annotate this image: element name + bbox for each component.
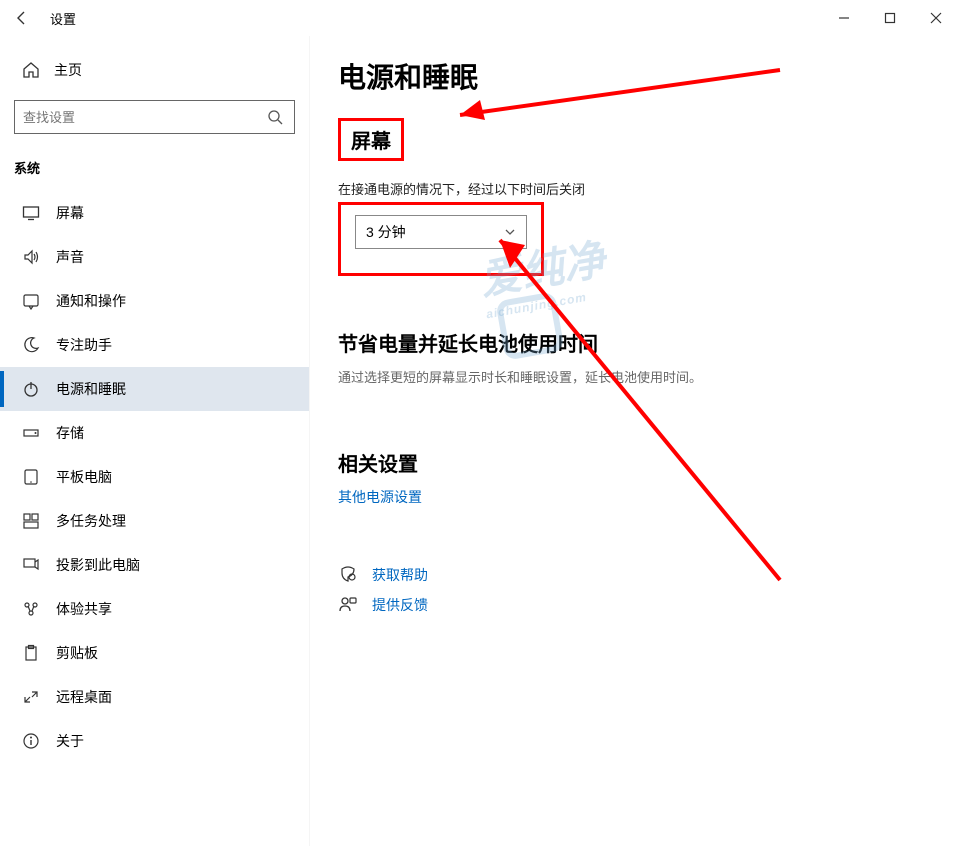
info-icon [22, 732, 40, 750]
tablet-icon [22, 468, 40, 486]
sidebar-item-focus[interactable]: 专注助手 [0, 323, 309, 367]
sidebar-item-project[interactable]: 投影到此电脑 [0, 543, 309, 587]
sidebar-item-remote[interactable]: 远程桌面 [0, 675, 309, 719]
related-settings-title: 相关设置 [338, 448, 931, 477]
sidebar-item-multitask[interactable]: 多任务处理 [0, 499, 309, 543]
clipboard-icon [22, 644, 40, 662]
search-icon [264, 109, 286, 125]
sidebar-item-label: 电源和睡眠 [56, 379, 126, 399]
sidebar-item-label: 投影到此电脑 [56, 555, 140, 575]
search-input[interactable] [23, 110, 264, 125]
screen-timeout-value: 3 分钟 [366, 222, 406, 242]
sidebar-item-display[interactable]: 屏幕 [0, 191, 309, 235]
home-label: 主页 [54, 60, 82, 80]
moon-icon [22, 336, 40, 354]
sidebar-item-tablet[interactable]: 平板电脑 [0, 455, 309, 499]
sidebar-item-label: 体验共享 [56, 599, 112, 619]
sidebar-item-label: 远程桌面 [56, 687, 112, 707]
section-screen-title: 屏幕 [338, 118, 404, 161]
sidebar-item-power[interactable]: 电源和睡眠 [0, 367, 309, 411]
screen-off-description: 在接通电源的情况下，经过以下时间后关闭 [338, 179, 931, 198]
sidebar: 主页 系统 屏幕 声音 通知和操作 [0, 36, 310, 846]
sidebar-item-label: 屏幕 [56, 203, 84, 223]
sidebar-item-storage[interactable]: 存储 [0, 411, 309, 455]
display-icon [22, 204, 40, 222]
sidebar-item-label: 剪贴板 [56, 643, 98, 663]
get-help-link[interactable]: 获取帮助 [372, 565, 428, 585]
feedback-icon [338, 595, 358, 615]
minimize-button[interactable] [821, 0, 867, 36]
notification-icon [22, 292, 40, 310]
feedback-link[interactable]: 提供反馈 [372, 595, 428, 615]
sound-icon [22, 248, 40, 266]
chevron-down-icon [504, 226, 516, 238]
help-icon [338, 565, 358, 585]
page-title: 电源和睡眠 [338, 56, 931, 96]
back-button[interactable] [0, 0, 44, 36]
sidebar-item-label: 声音 [56, 247, 84, 267]
sidebar-item-sound[interactable]: 声音 [0, 235, 309, 279]
sidebar-item-shared[interactable]: 体验共享 [0, 587, 309, 631]
battery-section-desc: 通过选择更短的屏幕显示时长和睡眠设置，延长电池使用时间。 [338, 367, 931, 386]
project-icon [22, 556, 40, 574]
shared-icon [22, 600, 40, 618]
power-icon [22, 380, 40, 398]
sidebar-item-notifications[interactable]: 通知和操作 [0, 279, 309, 323]
category-header: 系统 [0, 152, 309, 191]
sidebar-item-label: 多任务处理 [56, 511, 126, 531]
close-button[interactable] [913, 0, 959, 36]
storage-icon [22, 424, 40, 442]
sidebar-item-label: 存储 [56, 423, 84, 443]
battery-section-title: 节省电量并延长电池使用时间 [338, 328, 931, 357]
home-icon [22, 61, 40, 79]
sidebar-item-label: 平板电脑 [56, 467, 112, 487]
sidebar-item-label: 专注助手 [56, 335, 112, 355]
search-box[interactable] [14, 100, 295, 134]
screen-timeout-dropdown[interactable]: 3 分钟 [355, 215, 527, 249]
sidebar-item-label: 关于 [56, 731, 84, 751]
sidebar-item-clipboard[interactable]: 剪贴板 [0, 631, 309, 675]
maximize-button[interactable] [867, 0, 913, 36]
sidebar-item-label: 通知和操作 [56, 291, 126, 311]
multitask-icon [22, 512, 40, 530]
other-power-settings-link[interactable]: 其他电源设置 [338, 487, 422, 507]
content-area: 电源和睡眠 屏幕 在接通电源的情况下，经过以下时间后关闭 3 分钟 节省电量并延… [310, 36, 959, 846]
window-title: 设置 [44, 9, 821, 28]
sidebar-item-about[interactable]: 关于 [0, 719, 309, 763]
remote-icon [22, 688, 40, 706]
home-button[interactable]: 主页 [0, 50, 309, 90]
